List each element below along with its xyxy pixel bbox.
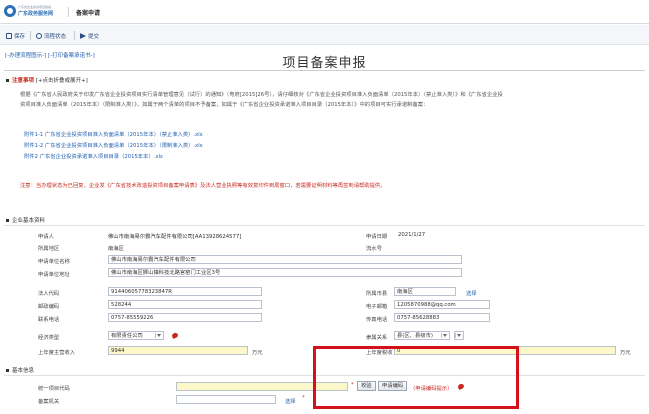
toolbar: 保存 流程状态 提交 <box>0 25 649 45</box>
unit-name-input[interactable]: 佛山市南海易尔霸汽车配件有限公司 <box>108 255 462 264</box>
info-section-title: 基本信息 <box>12 368 35 374</box>
unified-code-label: 统一项目代码 <box>38 386 70 392</box>
fold-toggle[interactable]: [+点击折叠或展开+] <box>36 78 88 84</box>
econ-type-select[interactable]: 有限责任公司 <box>108 331 164 340</box>
toolbar-divider <box>74 31 75 40</box>
info-section-heading: 基本信息 <box>6 366 34 374</box>
email-label: 电子邮箱 <box>366 304 388 310</box>
status-icon <box>36 32 42 39</box>
phone-label: 联系电话 <box>38 317 60 323</box>
fax-label: 传真电话 <box>366 317 388 323</box>
attachment-link[interactable]: 附件1-1 广东省企业投资项目准入负面清单（2015年本）（禁止准入类）.xls <box>24 130 203 138</box>
econ-type-label: 经济类型 <box>38 335 60 341</box>
record-org-input[interactable] <box>176 395 276 404</box>
help-icon[interactable] <box>171 332 179 339</box>
attachment-link[interactable]: 附件1-2 广东省企业投资项目准入负面清单（2015年本）（限制准入类）.xls <box>24 141 203 149</box>
legal-code-label: 法人代码 <box>38 291 60 297</box>
submit-button[interactable]: 提交 <box>80 31 99 40</box>
title-divider <box>4 70 645 71</box>
attachment-link[interactable]: 附件2 广东省企业投资承诺准入项目目录（2015年本）.xls <box>24 152 163 160</box>
notice-heading: 注意事项 [+点击折叠或展开+] <box>6 76 88 84</box>
apply-date-label: 申请日期 <box>366 234 388 240</box>
send-icon <box>80 32 86 39</box>
phone-input[interactable]: 0757-85559226 <box>108 313 262 322</box>
chevron-down-icon <box>155 333 162 338</box>
chevron-down-icon <box>441 333 448 338</box>
notice-text: 根据《广东省人民政府关于印发广东省企业投资项目实行清单管理意见（试行）的通知》（… <box>20 90 630 110</box>
header-title: 备案申请 <box>76 10 101 17</box>
bullet-icon <box>6 219 9 222</box>
highlight-box <box>313 346 519 409</box>
revenue-unit: 万元 <box>252 350 263 356</box>
header-divider <box>68 7 69 17</box>
bullet-icon <box>6 369 9 372</box>
region-value: 南海区 <box>108 246 124 252</box>
company-section-heading: 企业基本资料 <box>6 216 45 224</box>
postcode-input[interactable]: 528244 <box>108 300 262 309</box>
save-button[interactable]: 保存 <box>6 31 25 40</box>
section-divider <box>4 225 645 226</box>
submit-label: 提交 <box>88 33 100 40</box>
save-label: 保存 <box>14 33 26 40</box>
address-label: 申请单位地址 <box>38 272 70 278</box>
city-label: 所属市县 <box>366 291 388 297</box>
logo-subtext: 广东省企业投资项目备案 <box>18 5 52 9</box>
city-select-link[interactable]: 选择 <box>466 289 477 297</box>
address-input[interactable]: 佛山市南海区狮山镇科技北路官窑门工业区3号 <box>108 268 462 277</box>
city-input[interactable]: 南海区 <box>394 287 456 296</box>
warning-text: 注意：当办理状态为已回复、企业发《广东省技术改造投资项目备案申请表》及法人营业执… <box>20 183 386 189</box>
region-label: 所属地区 <box>38 246 60 252</box>
serial-label: 流水号 <box>366 246 382 252</box>
notice-paragraph: 根据《广东省人民政府关于印发广东省企业投资项目实行清单管理意见（试行）的通知》（… <box>20 92 503 98</box>
logo: 广东省企业投资项目备案 广东政务服务网 <box>4 3 60 20</box>
affiliation-select[interactable]: 县(区、县级市) <box>394 331 450 340</box>
tax-unit: 万元 <box>620 350 631 356</box>
process-status-label: 流程状态 <box>44 33 67 40</box>
applicant-value: 佛山市南海易尔霸汽车配件有限公司[AA13928624577] <box>108 234 242 240</box>
apply-date-value: 2021/1/27 <box>398 232 426 238</box>
chevron-down-icon <box>455 333 462 338</box>
page-title: 项目备案申报 <box>282 56 367 71</box>
unit-name-label: 申请单位名称 <box>38 259 70 265</box>
fax-input[interactable]: 0757-85628883 <box>394 313 490 322</box>
logo-text: 广东政务服务网 <box>18 11 54 17</box>
affiliation-label: 隶属关系 <box>366 335 388 341</box>
emblem-icon <box>4 5 16 17</box>
toolbar-divider <box>30 31 31 40</box>
email-input[interactable]: 1205870988@qq.com <box>394 300 490 309</box>
affiliation-value: 县(区、县级市) <box>397 333 433 339</box>
record-org-label: 备案机关 <box>38 399 60 405</box>
legal-code-input[interactable]: 91440605778323847R <box>108 287 262 296</box>
notice-paragraph: 资项目准入负面清单（2015年本）（限制准入类）》，如属于两个清单的项目不予备案… <box>20 102 429 108</box>
econ-type-value: 有限责任公司 <box>111 333 143 339</box>
top-bar: 广东省企业投资项目备案 广东政务服务网 备案申请 <box>0 0 649 24</box>
postcode-label: 邮政编码 <box>38 304 60 310</box>
applicant-label: 申请人 <box>38 234 54 240</box>
notice-title: 注意事项 <box>12 78 35 84</box>
process-status-button[interactable]: 流程状态 <box>36 31 66 40</box>
company-section-title: 企业基本资料 <box>12 218 46 224</box>
required-mark: * <box>302 395 305 401</box>
record-org-select-link[interactable]: 选择 <box>285 397 296 405</box>
revenue-input[interactable]: 9944 <box>108 346 248 355</box>
bullet-icon <box>6 79 9 82</box>
save-icon <box>6 32 12 39</box>
revenue-label: 上年度主营收入 <box>38 350 76 356</box>
affiliation-dropdown-button[interactable] <box>454 331 464 340</box>
